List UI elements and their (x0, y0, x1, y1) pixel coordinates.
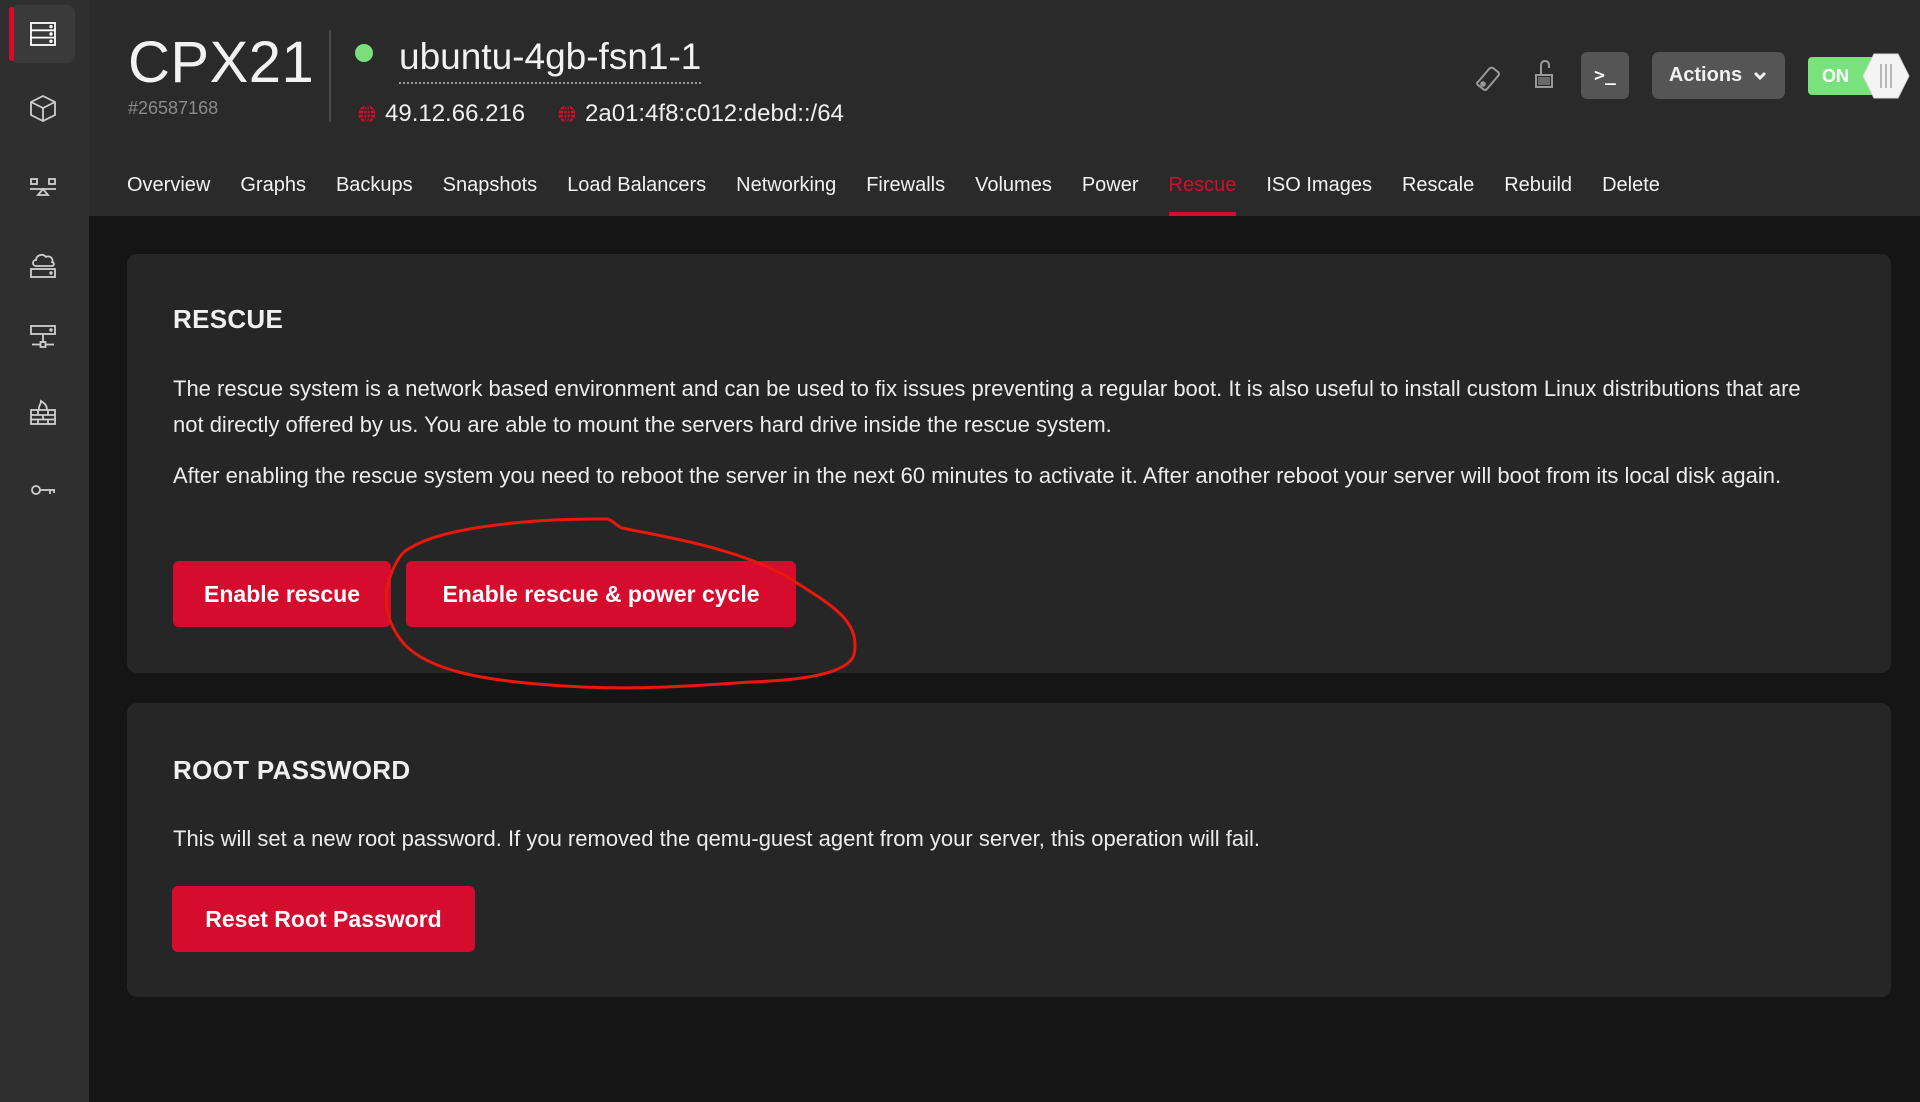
tab-power[interactable]: Power (1082, 168, 1139, 216)
cube-icon (29, 94, 56, 123)
chevron-down-icon (1754, 71, 1767, 80)
sidebar-item-floating-ips[interactable] (10, 236, 75, 294)
actions-dropdown[interactable]: Actions (1652, 52, 1785, 99)
ipv6-text: 2a01:4f8:c012:debd::/64 (585, 100, 844, 127)
ipv6-address[interactable]: 2a01:4f8:c012:debd::/64 (557, 100, 844, 128)
ipv4-address[interactable]: 49.12.66.216 (357, 100, 525, 128)
tab-volumes[interactable]: Volumes (975, 168, 1052, 216)
rescue-card: RESCUE The rescue system is a network ba… (127, 254, 1891, 673)
server-type: CPX21 (128, 30, 315, 95)
server-icon (29, 22, 56, 46)
tab-rebuild[interactable]: Rebuild (1504, 168, 1572, 216)
rescue-reboot-note: After enabling the rescue system you nee… (173, 463, 1782, 488)
rescue-title: RESCUE (173, 304, 284, 334)
protection-button[interactable] (1529, 56, 1559, 92)
actions-label: Actions (1668, 64, 1743, 86)
console-button[interactable]: >_ (1581, 52, 1629, 99)
tab-load-balancers[interactable]: Load Balancers (567, 168, 706, 216)
labels-button[interactable] (1469, 62, 1505, 96)
root-password-description: This will set a new root password. If yo… (173, 826, 1261, 851)
status-indicator (355, 44, 373, 62)
unlock-icon (1535, 59, 1553, 88)
reset-root-password-button[interactable]: Reset Root Password (172, 886, 475, 952)
network-icon (29, 325, 56, 348)
sidebar-item-load-balancers[interactable] (10, 160, 75, 218)
tag-icon (1476, 66, 1500, 91)
tab-rescale[interactable]: Rescale (1402, 168, 1474, 216)
server-header: CPX21 #26587168 ubuntu-4gb-fsn1-1 49.12.… (89, 0, 1920, 216)
tab-overview[interactable]: Overview (127, 168, 210, 216)
root-password-card: ROOT PASSWORD This will set a new root p… (127, 703, 1891, 997)
rescue-description: The rescue system is a network based env… (173, 376, 1801, 437)
server-id: #26587168 (128, 98, 219, 118)
tab-firewalls[interactable]: Firewalls (866, 168, 945, 216)
server-tabs: Overview Graphs Backups Snapshots Load B… (127, 168, 1690, 216)
ipv4-text: 49.12.66.216 (385, 100, 526, 127)
key-icon (30, 485, 55, 495)
firewall-icon (29, 399, 56, 425)
sidebar-item-servers[interactable] (9, 5, 75, 63)
root-password-title: ROOT PASSWORD (173, 755, 411, 785)
globe-icon (358, 104, 376, 124)
power-toggle[interactable]: ON (1808, 53, 1910, 99)
power-toggle-label: ON (1822, 66, 1849, 86)
sidebar-item-volumes[interactable] (10, 79, 75, 137)
cloud-server-icon (29, 253, 56, 278)
tab-delete[interactable]: Delete (1602, 168, 1660, 216)
server-name[interactable]: ubuntu-4gb-fsn1-1 (399, 34, 702, 84)
sidebar-item-firewalls[interactable] (10, 383, 75, 441)
enable-rescue-power-cycle-button[interactable]: Enable rescue & power cycle (406, 561, 796, 627)
globe-icon (558, 104, 576, 124)
load-balancer-icon (29, 178, 56, 196)
tab-iso-images[interactable]: ISO Images (1266, 168, 1372, 216)
tab-snapshots[interactable]: Snapshots (443, 168, 538, 216)
toggle-knob-icon (1862, 53, 1910, 99)
sidebar-item-networks[interactable] (10, 309, 75, 367)
sidebar (0, 0, 89, 1102)
enable-rescue-button[interactable]: Enable rescue (173, 561, 391, 627)
tab-networking[interactable]: Networking (736, 168, 836, 216)
tab-graphs[interactable]: Graphs (240, 168, 306, 216)
sidebar-item-security[interactable] (10, 461, 75, 519)
header-divider (329, 30, 331, 122)
tab-backups[interactable]: Backups (336, 168, 413, 216)
tab-rescue[interactable]: Rescue (1168, 168, 1236, 216)
